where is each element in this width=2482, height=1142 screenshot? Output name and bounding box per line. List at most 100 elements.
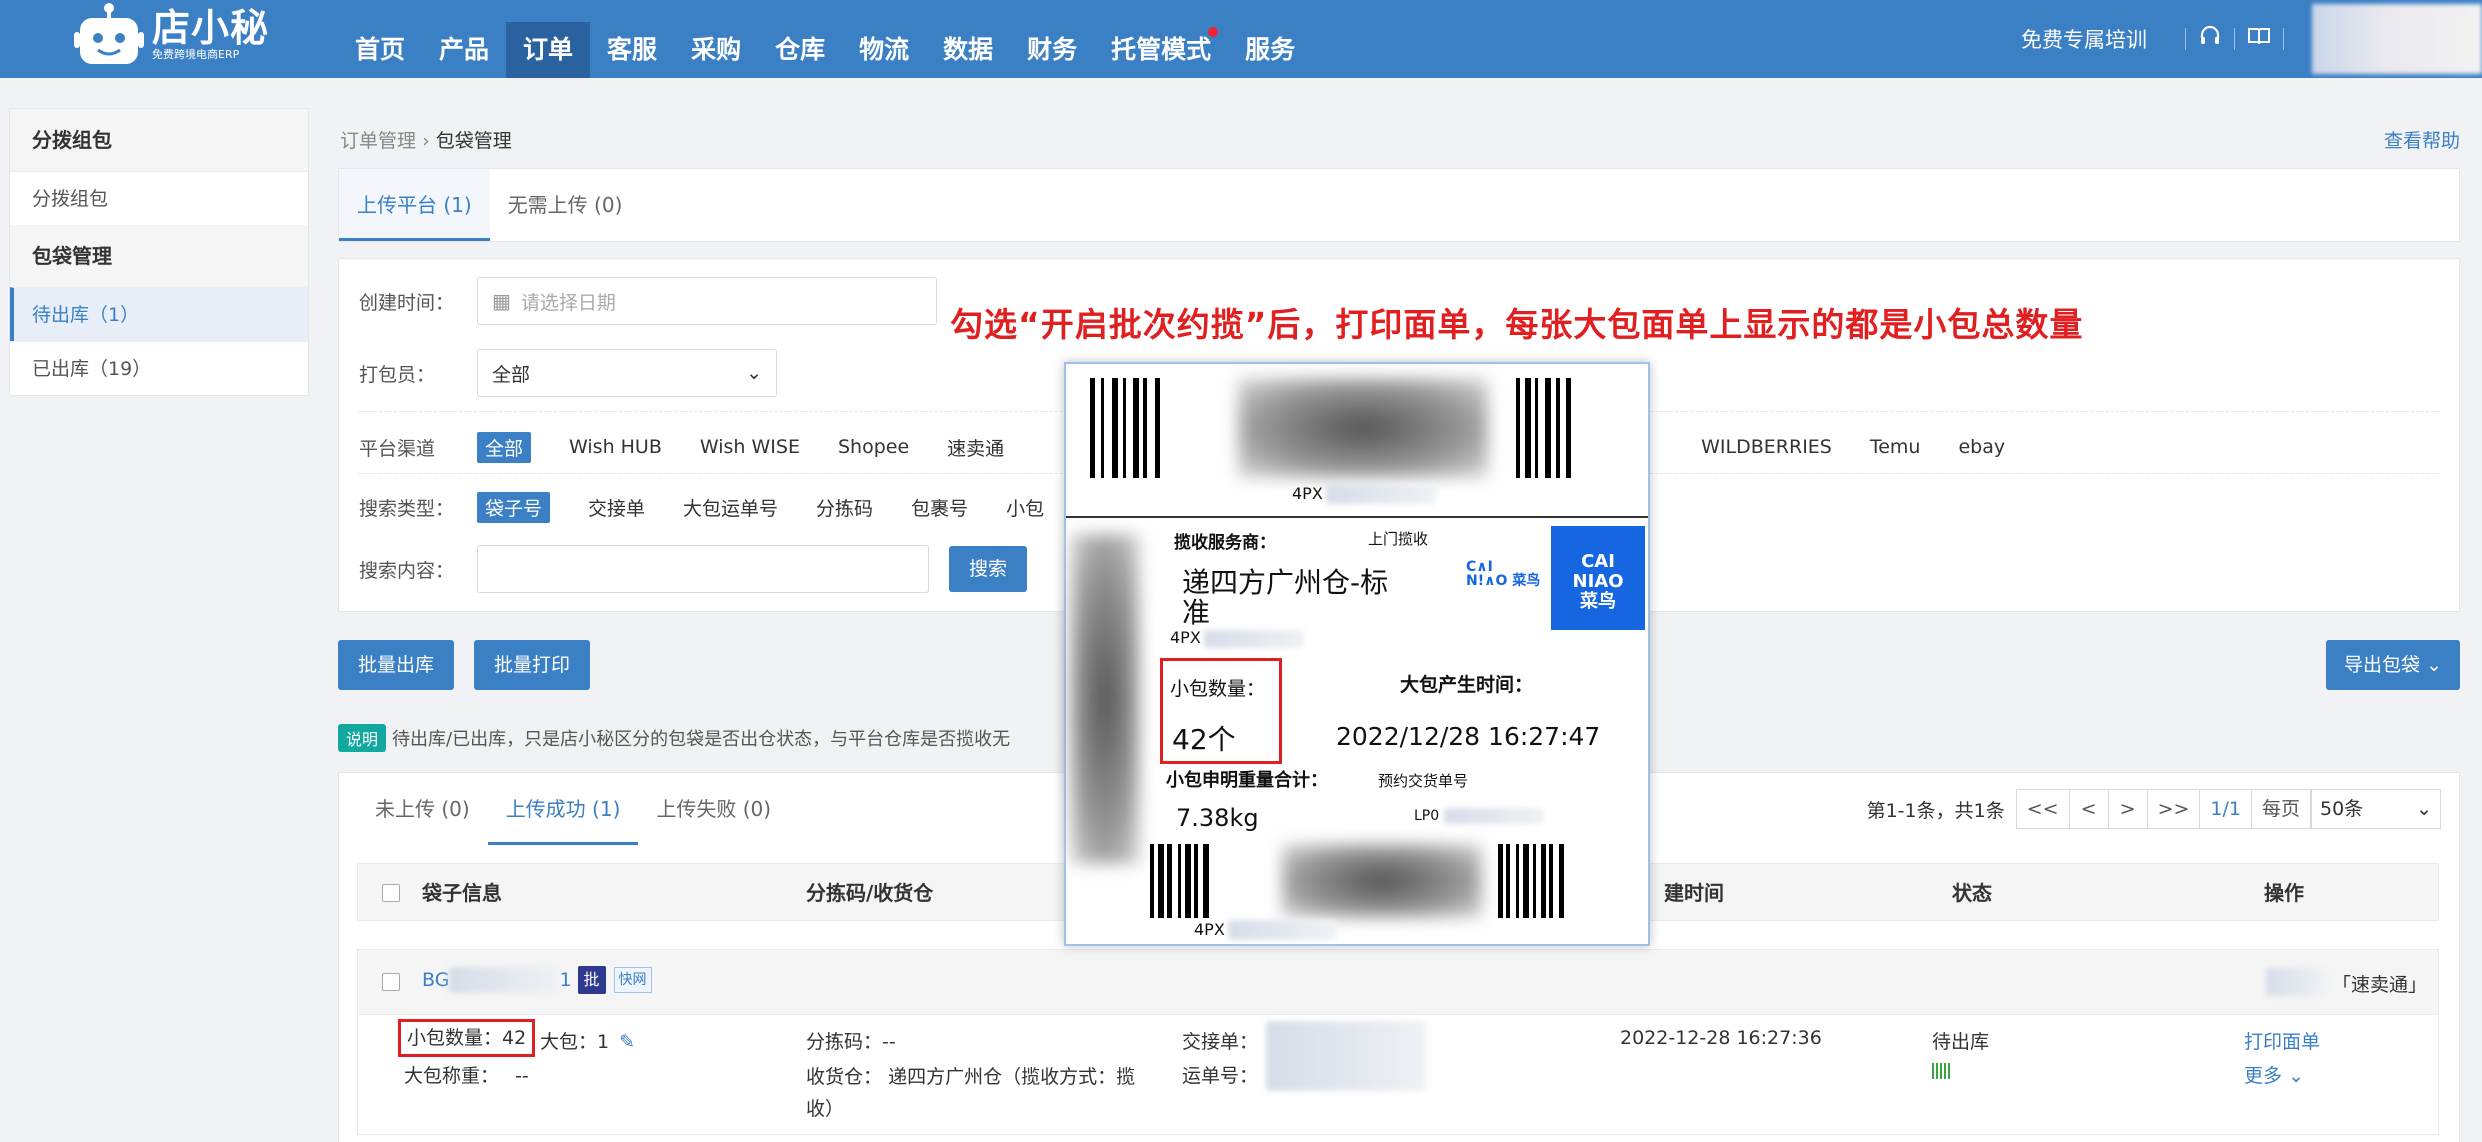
headset-icon[interactable]: [2194, 25, 2226, 53]
last-page-button[interactable]: >>: [2146, 789, 2201, 829]
nav-home[interactable]: 首页: [338, 0, 422, 78]
redacted-lp: [1444, 808, 1544, 824]
bag-number-suffix[interactable]: 1: [559, 969, 571, 991]
nav-services[interactable]: 服务: [1228, 0, 1312, 78]
print-label-link[interactable]: 打印面单: [2244, 1027, 2320, 1054]
small-package-count: 小包数量：42: [407, 1027, 527, 1049]
search-type-handover[interactable]: 交接单: [588, 494, 645, 521]
export-bags-button[interactable]: 导出包袋 ⌄: [2326, 640, 2460, 690]
barcode-icon[interactable]: [1932, 1063, 1950, 1079]
pagination: 第1-1条，共1条 << < > >> 1/1 每页 50条 ⌄: [1867, 789, 2441, 829]
select-all-checkbox[interactable]: [382, 884, 400, 902]
channel-chip-wildberries[interactable]: WILDBERRIES: [1701, 436, 1832, 458]
batch-print-button[interactable]: 批量打印: [474, 640, 590, 690]
divider: [2185, 28, 2186, 50]
sidebar: 分拨组包 分拨组包 包袋管理 待出库（1） 已出库（19）: [9, 108, 309, 396]
tab-upload-platform[interactable]: 上传平台 (1): [339, 169, 490, 241]
nav-purchase[interactable]: 采购: [674, 0, 758, 78]
edit-icon[interactable]: ✎: [619, 1031, 635, 1053]
channel-chip-temu[interactable]: Temu: [1870, 436, 1921, 458]
row-create-time: 2022-12-28 16:27:36: [1620, 1027, 1822, 1049]
channel-chip-wish-hub[interactable]: Wish HUB: [569, 436, 662, 458]
small-count-highlight: 小包数量：42: [398, 1019, 536, 1057]
date-picker-input[interactable]: ▦ 请选择日期: [477, 277, 937, 325]
book-icon[interactable]: [2243, 26, 2275, 52]
info-note: 说明 待出库/已出库，只是店小秘区分的包袋是否出仓状态，与平台仓库是否揽收无: [338, 724, 1010, 752]
redacted-waybill: [1266, 1021, 1426, 1091]
divider: [2283, 28, 2284, 50]
channel-chip-aliexpress[interactable]: 速卖通: [947, 434, 1004, 461]
breadcrumb-parent[interactable]: 订单管理: [340, 130, 416, 152]
page-indicator[interactable]: 1/1: [2199, 789, 2252, 829]
search-type-small-package[interactable]: 小包: [1006, 494, 1044, 521]
search-type-package-no[interactable]: 包裹号: [911, 494, 968, 521]
bag-number-prefix[interactable]: BG: [422, 969, 449, 991]
sidebar-item-shipped[interactable]: 已出库（19）: [10, 341, 308, 395]
free-training-link[interactable]: 免费专属培训: [2021, 24, 2147, 54]
more-dropdown[interactable]: 更多 ⌄: [2244, 1061, 2304, 1088]
packer-label: 打包员：: [359, 363, 436, 386]
date-placeholder: 请选择日期: [520, 291, 616, 314]
batch-out-button[interactable]: 批量出库: [338, 640, 454, 690]
search-input[interactable]: [477, 545, 929, 593]
per-page-label: 每页: [2250, 789, 2311, 829]
tab-upload-failed[interactable]: 上传失败 (0): [638, 773, 789, 845]
tab-no-upload[interactable]: 无需上传 (0): [490, 169, 641, 241]
nav-orders[interactable]: 订单: [506, 22, 591, 78]
user-avatar[interactable]: [2312, 4, 2482, 74]
search-content-label: 搜索内容：: [359, 559, 455, 582]
tab-not-uploaded[interactable]: 未上传 (0): [357, 773, 488, 845]
barcode-top: [1090, 378, 1160, 478]
redacted-code-bottom: [1228, 920, 1336, 940]
cainiao-logo: CAI NIAO 菜鸟: [1551, 526, 1645, 630]
packer-select[interactable]: 全部 ⌄: [477, 349, 777, 397]
brand-subtitle: 免费跨境电商ERP: [152, 48, 240, 61]
redacted-bag-number: [449, 967, 560, 993]
nav-finance[interactable]: 财务: [1010, 0, 1094, 78]
first-page-button[interactable]: <<: [2015, 789, 2070, 829]
row-checkbox[interactable]: [382, 973, 400, 991]
sidebar-item-allocation[interactable]: 分拨组包: [10, 171, 308, 225]
nav-hosting-mode[interactable]: 托管模式: [1094, 0, 1228, 78]
export-bags-label: 导出包袋: [2344, 654, 2421, 676]
nav-warehouse[interactable]: 仓库: [758, 0, 842, 78]
note-tag: 说明: [338, 724, 387, 752]
more-label: 更多: [2244, 1065, 2283, 1087]
nav-products[interactable]: 产品: [422, 0, 506, 78]
big-weight-value: --: [515, 1065, 529, 1087]
help-link[interactable]: 查看帮助: [2384, 126, 2460, 153]
channel-chip-shopee[interactable]: Shopee: [838, 436, 909, 458]
note-text: 待出库/已出库，只是店小秘区分的包袋是否出仓状态，与平台仓库是否揽收无: [392, 729, 1011, 750]
col-create-time: 建时间: [1664, 881, 1724, 905]
nav-data[interactable]: 数据: [926, 0, 1010, 78]
label-code-top: 4PX: [1292, 484, 1323, 503]
sidebar-item-pending-out[interactable]: 待出库（1）: [10, 287, 308, 341]
big-count-wrapper: 大包：1 ✎: [540, 1027, 635, 1054]
sidebar-group-bag-management: 包袋管理: [10, 225, 308, 287]
search-type-big-waybill[interactable]: 大包运单号: [683, 494, 778, 521]
tab-upload-success[interactable]: 上传成功 (1): [487, 773, 639, 845]
nav-customer-service[interactable]: 客服: [590, 0, 674, 78]
per-page-select[interactable]: 50条 ⌄: [2311, 789, 2441, 829]
label-code-mid: 4PX: [1170, 628, 1201, 647]
chevron-down-icon: ⌄: [2416, 798, 2432, 820]
search-type-sort-code[interactable]: 分拣码: [816, 494, 873, 521]
cainiao-line1: CAI: [1581, 551, 1615, 572]
next-page-button[interactable]: >: [2107, 789, 2148, 829]
channel-chip-all[interactable]: 全部: [477, 431, 532, 463]
big-weight-label: 大包称重：: [404, 1065, 500, 1087]
barcode-bottom: [1150, 844, 1209, 918]
nav-logistics[interactable]: 物流: [842, 0, 926, 78]
prev-page-button[interactable]: <: [2068, 789, 2109, 829]
channel-chip-ebay[interactable]: ebay: [1958, 436, 2005, 458]
label-warehouse-line2: 准: [1182, 596, 1211, 629]
channel-chip-wish-wise[interactable]: Wish WISE: [700, 436, 800, 458]
search-type-bag-no[interactable]: 袋子号: [477, 491, 551, 523]
breadcrumb: 订单管理 › 包袋管理: [340, 126, 512, 153]
chevron-down-icon: ⌄: [2288, 1065, 2304, 1087]
label-weight-value: 7.38kg: [1176, 804, 1259, 832]
brand-logo[interactable]: 店小秘 免费跨境电商ERP: [72, 2, 269, 68]
label-count-label: 小包数量：: [1170, 678, 1266, 700]
search-button[interactable]: 搜索: [949, 546, 1028, 592]
label-divider: [1066, 516, 1648, 518]
